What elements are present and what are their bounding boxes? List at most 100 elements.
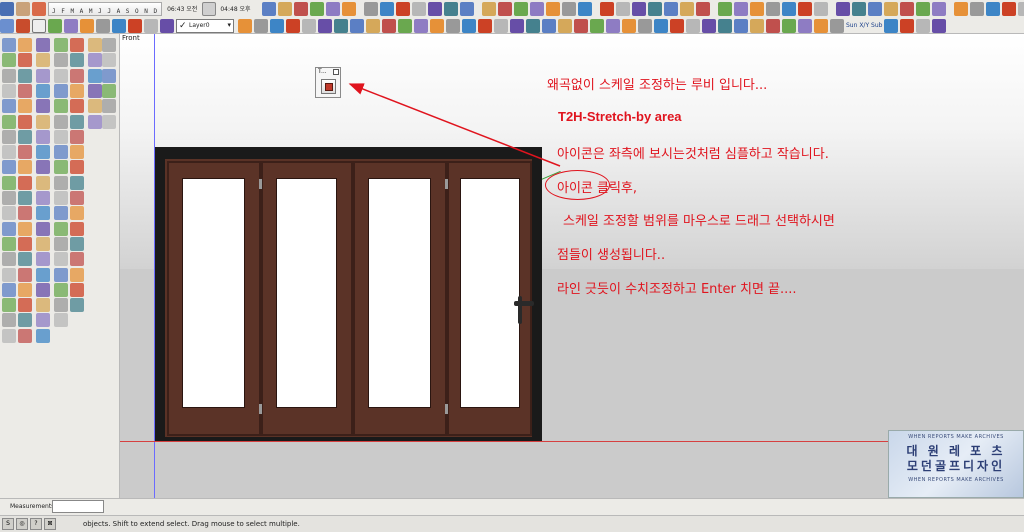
toolbar-tool-icon[interactable] — [430, 18, 444, 33]
toolbar-tool-icon[interactable] — [443, 1, 458, 16]
left-toolbar-tool-icon[interactable] — [36, 191, 50, 205]
toolbar-tool-icon[interactable] — [238, 18, 252, 33]
toolbar-tool-icon[interactable] — [341, 1, 356, 16]
left-toolbar-tool-icon[interactable] — [2, 68, 16, 83]
left-toolbar-tool-icon[interactable] — [70, 298, 84, 313]
left-toolbar-tool-icon[interactable] — [54, 175, 68, 190]
toolbar-tool-icon[interactable] — [749, 1, 764, 16]
left-toolbar-tool-icon[interactable] — [54, 267, 68, 282]
toolbar-tool-icon[interactable] — [766, 18, 780, 33]
toolbar-tool-icon[interactable] — [654, 18, 668, 33]
toolbar-tool-icon[interactable] — [462, 18, 476, 33]
left-toolbar-tool-icon[interactable] — [18, 282, 32, 297]
toolbar-tool-icon[interactable] — [382, 18, 396, 33]
left-toolbar-tool-icon[interactable] — [54, 68, 68, 83]
toolbar-tool-icon[interactable] — [254, 18, 268, 33]
left-toolbar-tool-icon[interactable] — [36, 83, 50, 98]
left-toolbar-tool-icon[interactable] — [18, 206, 32, 221]
left-toolbar-tool-icon[interactable] — [70, 252, 84, 267]
left-toolbar-tool-icon[interactable] — [54, 83, 68, 98]
toolbar-tool-icon[interactable] — [638, 18, 652, 33]
toolbar-tool-icon[interactable] — [363, 1, 378, 16]
toolbar-tool-icon[interactable] — [765, 1, 780, 16]
toolbar-tool-icon[interactable] — [797, 1, 812, 16]
toolbar-tool-icon[interactable] — [277, 1, 292, 16]
toolbar-tool-icon[interactable] — [513, 1, 528, 16]
left-toolbar-tool-icon[interactable] — [36, 99, 50, 114]
toolbar-tool-icon[interactable] — [318, 18, 332, 33]
toolbar-tool-icon[interactable] — [128, 18, 142, 33]
status-icon-help[interactable]: ? — [30, 518, 42, 530]
left-toolbar-tool-icon[interactable] — [70, 129, 84, 144]
left-toolbar-tool-icon[interactable] — [36, 68, 50, 83]
left-toolbar-tool-icon[interactable] — [2, 114, 16, 129]
toolbar-tool-icon[interactable] — [750, 18, 764, 33]
left-toolbar-tool-icon[interactable] — [70, 282, 84, 297]
toolbar-tool-icon[interactable] — [286, 18, 300, 33]
toolbar-tool-icon[interactable] — [529, 1, 544, 16]
toolbar-tool-icon[interactable] — [781, 1, 796, 16]
toolbar-tool-icon[interactable] — [325, 1, 340, 16]
toolbar-tool-icon[interactable] — [734, 18, 748, 33]
paint-icon[interactable] — [32, 1, 46, 16]
left-toolbar-tool-icon[interactable] — [54, 38, 68, 52]
toolbar-tool-icon[interactable] — [590, 18, 604, 33]
time-slider-icon[interactable] — [202, 1, 217, 16]
left-toolbar-tool-icon[interactable] — [18, 328, 32, 343]
toolbar-tool-icon[interactable] — [542, 18, 556, 33]
toolbar-tool-icon[interactable] — [615, 1, 630, 16]
toolbar-tool-icon[interactable] — [702, 18, 716, 33]
status-icon-geo[interactable]: S — [2, 518, 14, 530]
left-toolbar-tool-icon[interactable] — [18, 221, 32, 236]
left-toolbar-tool-icon[interactable] — [36, 298, 50, 313]
toolbar-tool-icon[interactable] — [459, 1, 474, 16]
left-toolbar-tool-icon[interactable] — [2, 175, 16, 190]
left-toolbar-tool-icon[interactable] — [2, 252, 16, 267]
left-toolbar-tool-icon[interactable] — [18, 99, 32, 114]
left-toolbar-tool-icon[interactable] — [102, 38, 116, 52]
toolbar-tool-icon[interactable] — [270, 18, 284, 33]
left-toolbar-tool-icon[interactable] — [54, 206, 68, 221]
left-toolbar-tool-icon[interactable] — [54, 221, 68, 236]
toolbar-tool-icon[interactable] — [899, 1, 914, 16]
left-toolbar-tool-icon[interactable] — [88, 83, 102, 98]
orbit-icon[interactable] — [32, 18, 46, 33]
left-toolbar-tool-icon[interactable] — [70, 53, 84, 68]
toolbar-tool-icon[interactable] — [606, 18, 620, 33]
left-toolbar-tool-icon[interactable] — [70, 267, 84, 282]
toolbar-tool-icon[interactable] — [112, 18, 126, 33]
toolbar-tool-icon[interactable] — [813, 1, 828, 16]
status-icon-instructor[interactable]: ⊠ — [44, 518, 56, 530]
left-toolbar-tool-icon[interactable] — [88, 38, 102, 52]
left-toolbar-tool-icon[interactable] — [88, 68, 102, 83]
left-toolbar-tool-icon[interactable] — [2, 145, 16, 160]
left-toolbar-tool-icon[interactable] — [36, 129, 50, 144]
toolbar-tool-icon[interactable] — [969, 1, 984, 16]
toolbar-tool-icon[interactable] — [395, 1, 410, 16]
left-toolbar-tool-icon[interactable] — [54, 53, 68, 68]
left-toolbar-tool-icon[interactable] — [70, 68, 84, 83]
components-icon[interactable] — [0, 18, 14, 33]
left-toolbar-tool-icon[interactable] — [70, 236, 84, 251]
toolbar-tool-icon[interactable] — [647, 1, 662, 16]
toolbar-tool-icon[interactable] — [497, 1, 512, 16]
toolbar-tool-icon[interactable] — [80, 18, 94, 33]
toolbar-tool-icon[interactable] — [261, 1, 276, 16]
left-toolbar-tool-icon[interactable] — [18, 267, 32, 282]
left-toolbar-tool-icon[interactable] — [18, 252, 32, 267]
left-toolbar-tool-icon[interactable] — [18, 53, 32, 68]
toolbar-tool-icon[interactable] — [379, 1, 394, 16]
toolbar-tool-icon[interactable] — [558, 18, 572, 33]
toolbar-tool-icon[interactable] — [309, 1, 324, 16]
toolbar-tool-icon[interactable] — [830, 18, 844, 33]
left-toolbar-tool-icon[interactable] — [36, 160, 50, 175]
left-toolbar-tool-icon[interactable] — [18, 145, 32, 160]
left-toolbar-tool-icon[interactable] — [102, 99, 116, 114]
toolbar-tool-icon[interactable] — [293, 1, 308, 16]
toolbar-tool-icon[interactable] — [481, 1, 496, 16]
toolbar-tool-icon[interactable] — [96, 18, 110, 33]
left-toolbar-tool-icon[interactable] — [54, 313, 68, 328]
left-toolbar-tool-icon[interactable] — [2, 221, 16, 236]
left-toolbar-tool-icon[interactable] — [54, 298, 68, 313]
eraser-icon[interactable] — [16, 1, 30, 16]
